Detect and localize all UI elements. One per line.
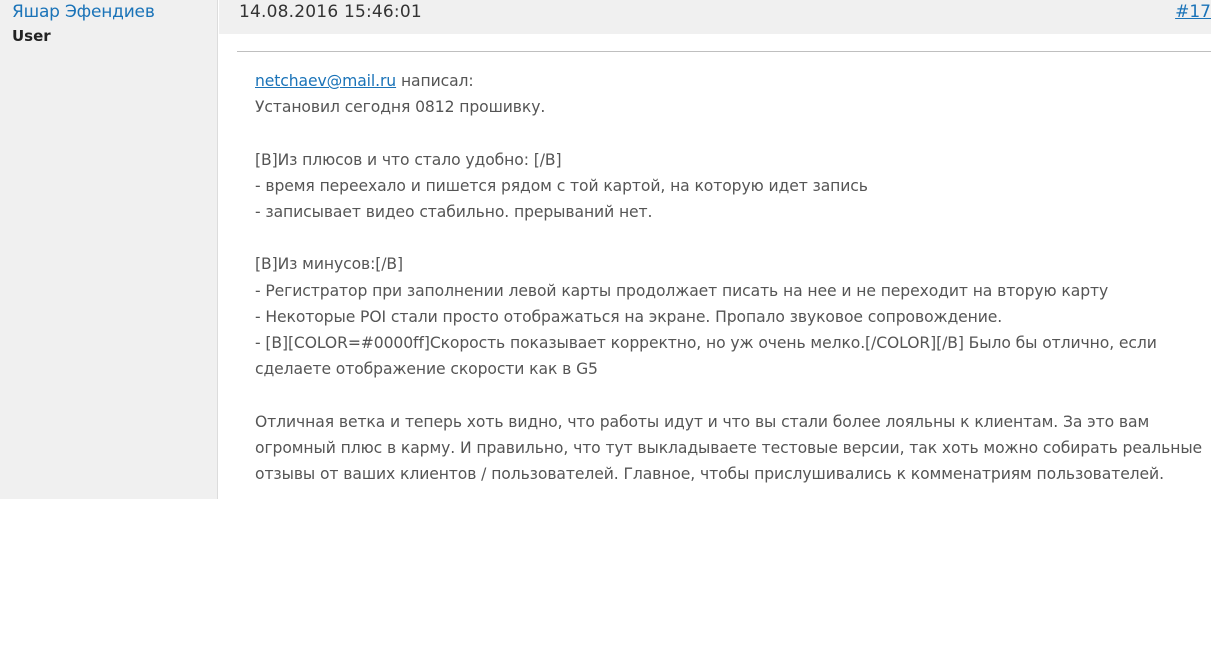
- author-panel: Яшар Эфендиев User: [0, 0, 218, 499]
- post-line: - записывает видео стабильно. прерываний…: [255, 203, 653, 221]
- post-line: - Регистратор при заполнении левой карты…: [255, 281, 1109, 300]
- post-line: - время переехало и пишется рядом с той …: [255, 176, 868, 195]
- forum-post: Яшар Эфендиев User 14.08.2016 15:46:01 #…: [0, 0, 1211, 499]
- author-role: User: [12, 27, 51, 45]
- quote-author-link[interactable]: netchaev@mail.ru: [255, 72, 396, 90]
- author-name-link[interactable]: Яшар Эфендиев: [12, 2, 155, 22]
- post-line: [B]Из плюсов и что стало удобно: [/B]: [255, 150, 562, 169]
- header-divider: [237, 51, 1211, 52]
- quote-header: netchaev@mail.ru написал:: [255, 68, 1205, 94]
- post-line: - Некоторые POI стали просто отображатьс…: [255, 307, 1003, 326]
- post-line: [B]Из минусов:[/B]: [255, 255, 403, 274]
- quote-suffix: написал:: [396, 72, 474, 90]
- post-header: 14.08.2016 15:46:01 #17: [219, 0, 1211, 34]
- post-date: 14.08.2016 15:46:01: [239, 2, 422, 22]
- post-permalink[interactable]: #17: [1175, 2, 1211, 22]
- post-line: - [B][COLOR=#0000ff]Скорость показывает …: [255, 334, 1157, 379]
- post-line: Установил сегодня 0812 прошивку.: [255, 98, 546, 117]
- post-paragraph: Отличная ветка и теперь хоть видно, что …: [255, 412, 1203, 483]
- post-body: netchaev@mail.ru написал: Установил сего…: [255, 68, 1205, 487]
